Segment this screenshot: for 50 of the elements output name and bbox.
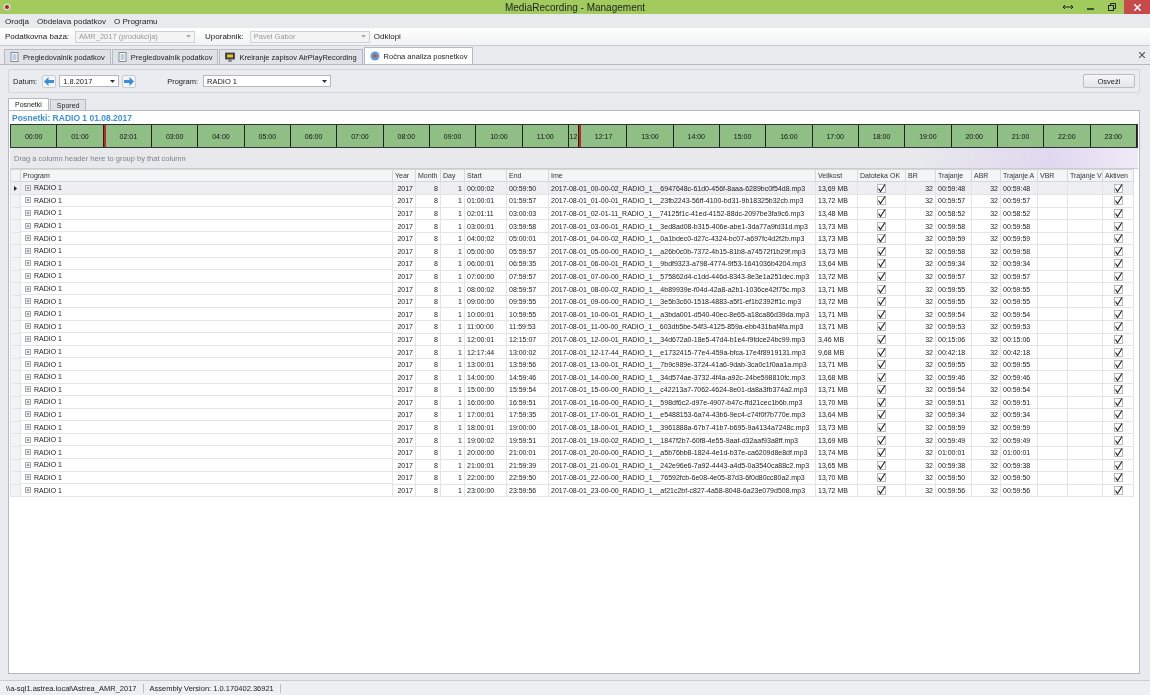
caret-icon [186,35,192,38]
caret-icon [110,79,116,83]
expand-icon[interactable] [25,348,31,355]
menu-item[interactable]: O Programu [113,16,158,26]
expand-icon[interactable] [25,184,31,191]
expand-icon[interactable] [25,373,31,380]
database-label: Podatkovna baza: [5,32,70,41]
next-day-button[interactable] [122,74,137,88]
expand-icon[interactable] [25,474,31,481]
expand-icon[interactable] [25,323,31,330]
expand-icon[interactable] [25,235,31,242]
user-label: Uporabnik: [205,32,244,41]
app-icon [3,3,11,11]
previous-day-button[interactable] [42,74,57,88]
expand-icon[interactable] [25,197,31,204]
menu-item[interactable]: Orodja [5,16,29,26]
expand-icon[interactable] [25,411,31,418]
document-icon [117,52,127,62]
disconnect-button[interactable]: Odklopi [373,32,401,41]
expand-icon[interactable] [25,210,31,216]
caret-icon [322,79,328,83]
expand-icon[interactable] [25,361,31,368]
expand-icon[interactable] [25,398,31,405]
expand-icon[interactable] [25,222,31,229]
expand-icon[interactable] [25,310,31,317]
expand-icon[interactable] [25,449,31,456]
monitor-icon [225,52,236,62]
disc-icon [369,51,380,61]
resize-icon[interactable] [1063,4,1073,10]
expand-icon[interactable] [25,424,31,431]
expand-icon[interactable] [25,487,31,494]
restore-icon[interactable] [1108,3,1116,11]
close-icon[interactable] [1139,52,1145,58]
expand-icon[interactable] [25,335,31,342]
close-icon [1133,3,1141,11]
menu-item[interactable]: Obdelava podatkov [37,16,106,26]
expand-icon[interactable] [25,285,31,292]
expand-icon[interactable] [25,247,31,254]
document-icon [10,52,19,62]
close-button[interactable] [1124,0,1150,14]
expand-icon[interactable] [25,461,31,468]
window-title: MediaRecording - Management [504,1,646,13]
expand-icon[interactable] [25,386,31,393]
expand-icon[interactable] [25,260,31,267]
expand-icon[interactable] [25,272,31,279]
recordings-heading: Posnetki: RADIO 1 01.08.2017 [11,112,133,124]
row-pointer-icon [14,185,17,191]
expand-icon[interactable] [25,436,31,443]
expand-icon[interactable] [25,298,31,305]
caret-icon [360,35,366,38]
